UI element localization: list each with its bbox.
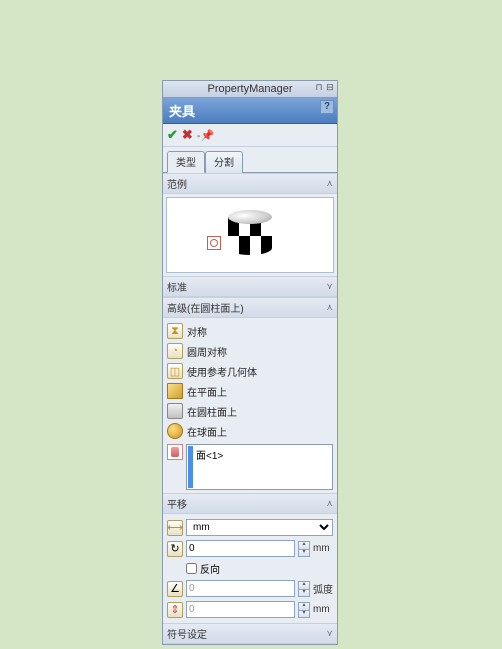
unit-icon: ⟷ (167, 520, 183, 536)
section-standard-header[interactable]: 标准 ⋎ (163, 277, 337, 297)
oncyl-icon (167, 403, 183, 419)
section-standard: 标准 ⋎ (163, 276, 337, 297)
expand-icon[interactable]: ⋎ (326, 281, 333, 292)
angular-input[interactable] (186, 580, 295, 597)
selection-box: 面<1> (167, 444, 333, 490)
axial-input[interactable] (186, 601, 295, 618)
option-onplane[interactable]: 在平面上 (167, 381, 333, 401)
property-manager-panel: PropertyManager ⊓ ⊟ 夹具 ? ✔ ✖ -📌 类型 分割 范例… (162, 80, 338, 645)
section-advanced: 高级(在圆柱面上) ⋏ ⧗ 对称 ◔ 圆周对称 ◫ 使用参考几何体 在平面上 (163, 297, 337, 493)
fixture-type-icon (207, 236, 221, 250)
unit-select[interactable]: mm (186, 519, 333, 536)
pin-icon[interactable]: -📌 (197, 129, 214, 142)
symmetry-icon: ⧗ (167, 323, 183, 339)
cancel-icon[interactable]: ✖ (182, 127, 193, 143)
pushpin-icon[interactable]: ⊓ (314, 82, 324, 94)
help-button[interactable]: ? (320, 100, 334, 114)
reverse-label: 反向 (200, 561, 220, 576)
collapse-icon[interactable]: ⋏ (326, 498, 333, 509)
action-row: ✔ ✖ -📌 (163, 124, 337, 147)
tabs-row: 类型 分割 (163, 147, 337, 173)
onplane-icon (167, 383, 183, 399)
section-example: 范例 ⋏ (163, 173, 337, 273)
option-circular[interactable]: ◔ 圆周对称 (167, 341, 333, 361)
onsph-icon (167, 423, 183, 439)
section-example-header[interactable]: 范例 ⋏ (163, 174, 337, 194)
refgeom-icon: ◫ (167, 363, 183, 379)
section-translation: 平移 ⋏ ⟷ mm ↻ ▴▾ mm 反向 ∠ ▴ (163, 493, 337, 623)
pm-header: PropertyManager ⊓ ⊟ (163, 81, 337, 98)
selection-list[interactable]: 面<1> (186, 444, 333, 490)
axial-spinner[interactable]: ▴▾ (298, 602, 310, 618)
collapse-icon[interactable]: ⋏ (326, 178, 333, 189)
feature-title-bar: 夹具 ? (163, 98, 337, 124)
pm-title: PropertyManager (208, 83, 293, 95)
circular-icon: ◔ (167, 343, 183, 359)
tab-type[interactable]: 类型 (167, 151, 205, 173)
example-preview (166, 197, 334, 273)
reverse-checkbox[interactable] (186, 563, 197, 574)
radial-icon: ↻ (167, 541, 183, 557)
cylinder-preview-icon (228, 210, 272, 260)
option-refgeom[interactable]: ◫ 使用参考几何体 (167, 361, 333, 381)
section-advanced-header[interactable]: 高级(在圆柱面上) ⋏ (163, 298, 337, 318)
expand-icon[interactable]: ⋎ (326, 628, 333, 639)
axial-icon: ⇕ (167, 602, 183, 618)
section-symbol-header[interactable]: 符号设定 ⋎ (163, 624, 337, 644)
angular-icon: ∠ (167, 581, 183, 597)
collapse-icon[interactable]: ⋏ (326, 302, 333, 313)
section-symbol: 符号设定 ⋎ (163, 623, 337, 644)
expand-icon[interactable]: ⊟ (325, 82, 335, 94)
option-oncyl[interactable]: 在圆柱面上 (167, 401, 333, 421)
face-select-icon[interactable] (167, 444, 183, 460)
angular-spinner[interactable]: ▴▾ (298, 581, 310, 597)
feature-title: 夹具 (169, 104, 195, 119)
radial-input[interactable] (186, 540, 295, 557)
tab-split[interactable]: 分割 (205, 151, 243, 173)
section-translation-header[interactable]: 平移 ⋏ (163, 494, 337, 514)
radial-spinner[interactable]: ▴▾ (298, 541, 310, 557)
option-onsph[interactable]: 在球面上 (167, 421, 333, 441)
option-symmetry[interactable]: ⧗ 对称 (167, 321, 333, 341)
ok-icon[interactable]: ✔ (167, 127, 178, 143)
